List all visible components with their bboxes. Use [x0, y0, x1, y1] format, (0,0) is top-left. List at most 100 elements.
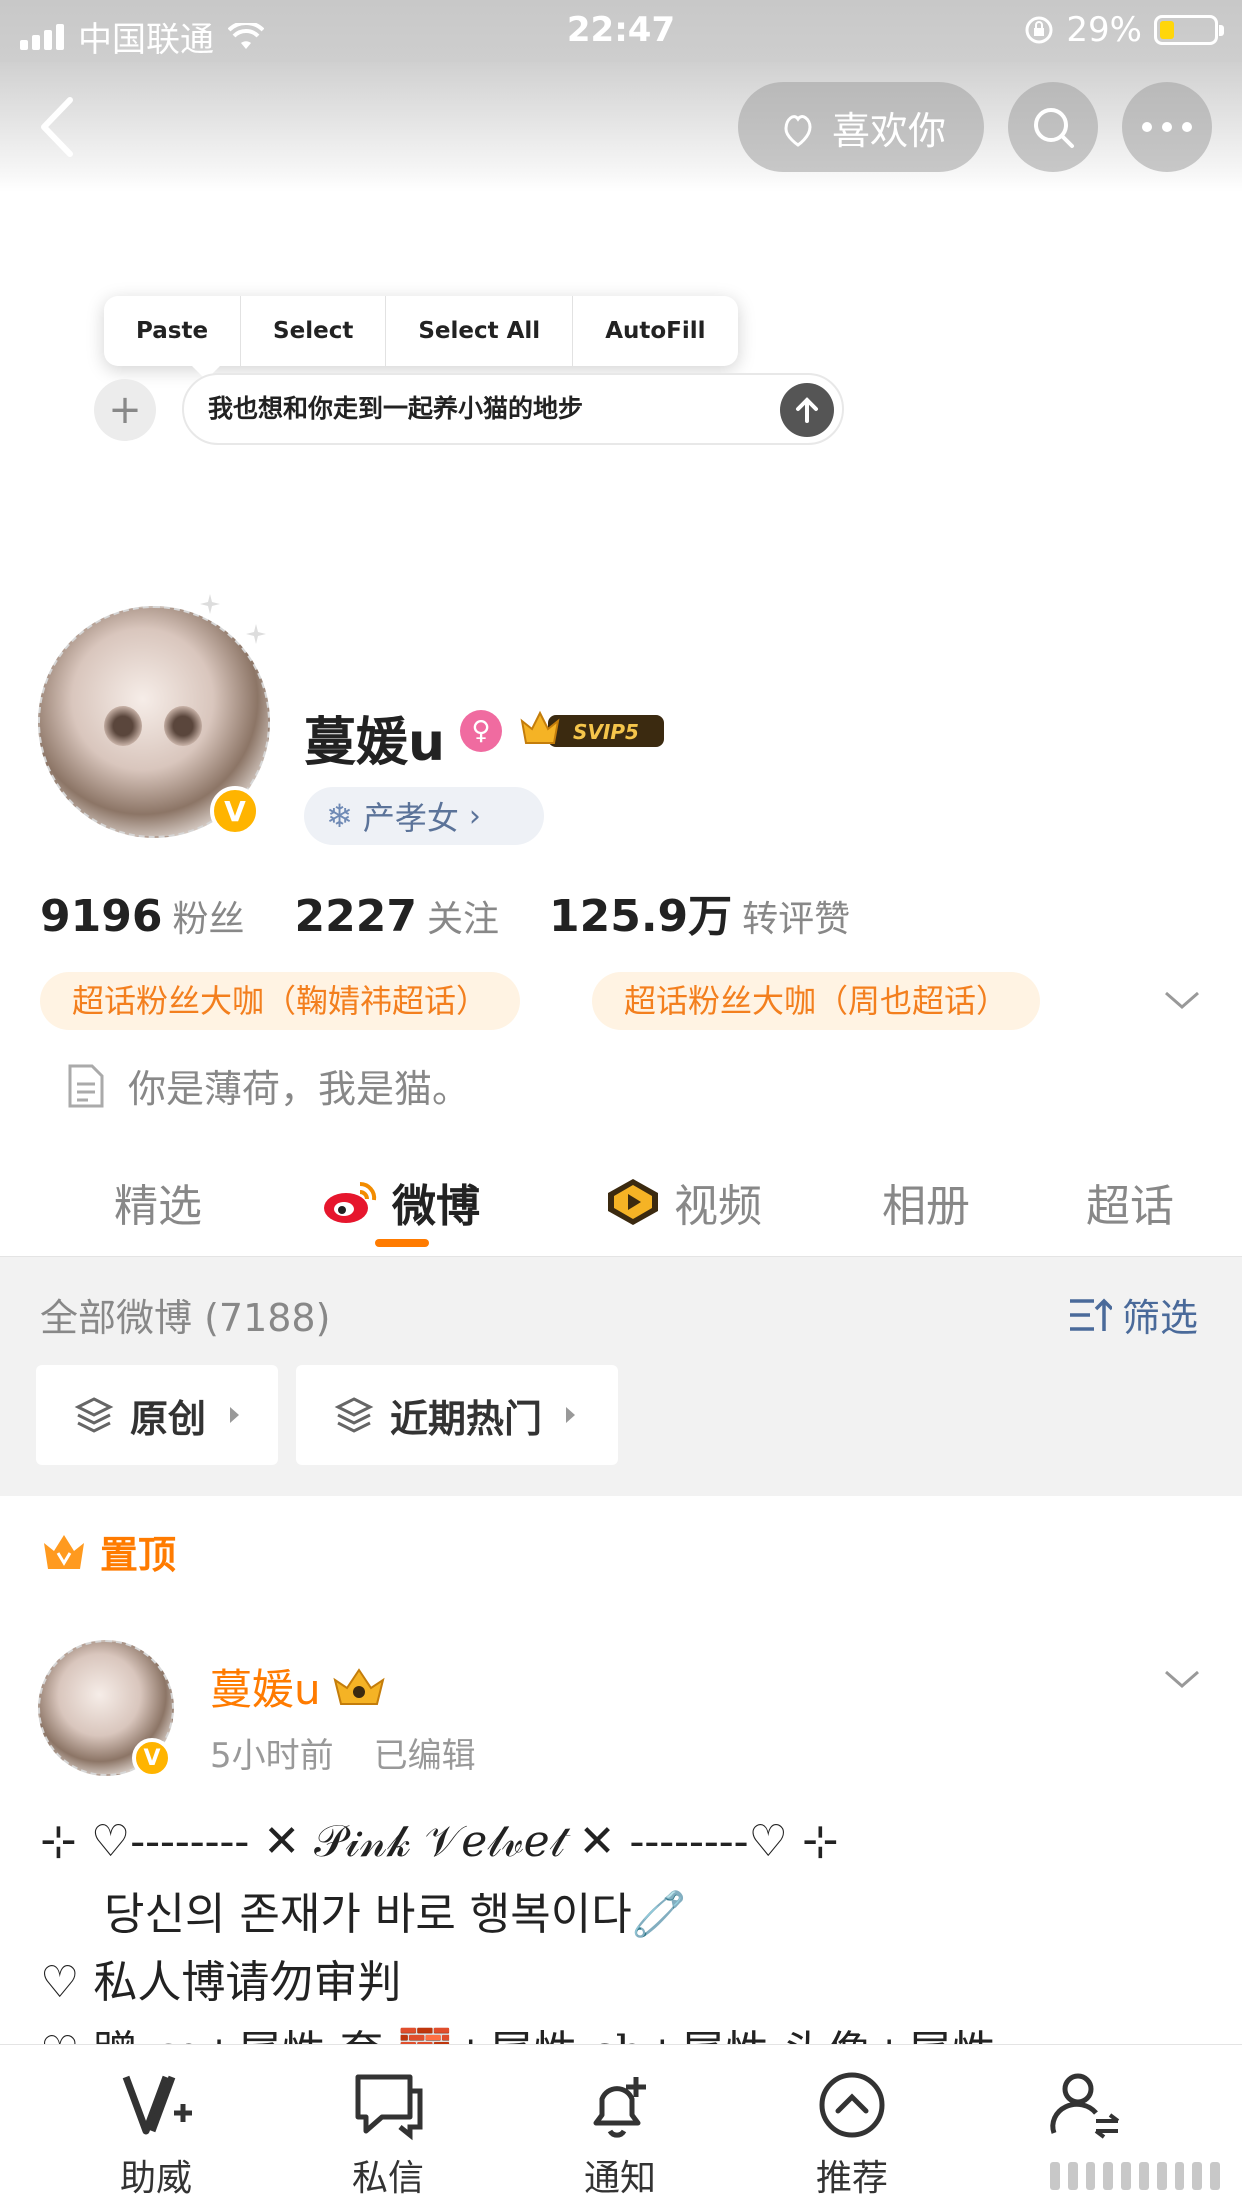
send-button[interactable]: [780, 383, 834, 437]
pinned-label: 置顶: [40, 1524, 176, 1579]
recent-hot-filter-button[interactable]: 近期热门: [296, 1365, 618, 1465]
message-button[interactable]: 私信: [308, 2069, 468, 2201]
active-tab-indicator: [375, 1239, 429, 1247]
following-count[interactable]: 2227: [294, 891, 416, 942]
crown-icon: [44, 1534, 84, 1569]
back-icon[interactable]: [30, 92, 90, 162]
rotation-lock-icon: [1025, 16, 1053, 44]
arrow-up-icon: [796, 397, 818, 423]
snowflake-icon: ❄: [326, 797, 353, 835]
pinned-text: 置顶: [100, 1533, 177, 1577]
cheer-button[interactable]: 助威: [76, 2069, 236, 2201]
profile-header: 喜欢你: [0, 62, 1242, 192]
status-right: 29%: [1024, 10, 1224, 50]
original-filter-button[interactable]: 原创: [36, 1365, 278, 1465]
chevron-up-circle-icon: [819, 2072, 885, 2138]
search-button[interactable]: [1008, 82, 1098, 172]
profile-stats: 9196 粉丝 2227 关注 125.9万 转评赞: [40, 880, 900, 944]
post-author[interactable]: 蔓媛u: [210, 1656, 387, 1717]
weibo-logo-icon: [324, 1181, 377, 1223]
watermark-bars: [1050, 2162, 1220, 2190]
layers-icon: [74, 1397, 114, 1433]
bio-text: 你是薄荷，我是猫。: [128, 1067, 471, 1111]
original-filter-label: 原创: [130, 1396, 207, 1441]
menu-item-paste[interactable]: Paste: [104, 296, 242, 366]
avatar-eye-right: [164, 706, 202, 746]
all-posts-count: 全部微博 (7188): [40, 1296, 331, 1340]
recommend-label: 推荐: [815, 2158, 888, 2199]
plus-icon[interactable]: +: [94, 379, 156, 441]
caret-right-icon: [566, 1407, 576, 1423]
chat-icon: [355, 2074, 423, 2141]
fans-count[interactable]: 9196: [40, 891, 162, 942]
chevron-down-icon[interactable]: [1162, 985, 1202, 1015]
search-icon: [1034, 108, 1074, 148]
fan-chip[interactable]: 超话粉丝大咖（周也超话）: [592, 972, 1041, 1030]
status-bar: 中国联通 22:47 29%: [0, 0, 1242, 62]
more-button[interactable]: [1122, 82, 1212, 172]
notify-label: 通知: [583, 2158, 656, 2199]
menu-item-select-all[interactable]: Select All: [386, 296, 574, 366]
fan-chip[interactable]: 超话粉丝大咖（鞠婧祎超话）: [40, 972, 521, 1030]
recommend-button[interactable]: 推荐: [772, 2069, 932, 2201]
cheer-label: 助威: [119, 2158, 192, 2199]
tab-featured[interactable]: 精选: [114, 1170, 202, 1234]
layers-icon: [334, 1397, 374, 1433]
follow-button[interactable]: [1004, 2069, 1164, 2149]
post-line: ♡ 私人博请勿审判: [40, 1957, 402, 2008]
recent-hot-filter-label: 近期热门: [390, 1396, 543, 1441]
notify-button[interactable]: 通知: [540, 2069, 700, 2201]
like-button-label: 喜欢你: [831, 108, 946, 153]
tab-supertopic-label: 超话: [1086, 1181, 1174, 1232]
tab-supertopic[interactable]: 超话: [1086, 1170, 1174, 1234]
interactions-count: 125.9万: [548, 891, 733, 942]
filter-section: 全部微博 (7188) 筛选 原创 近期热门: [0, 1256, 1242, 1496]
fans-label[interactable]: 粉丝: [172, 890, 244, 942]
verified-badge: V: [210, 786, 260, 836]
tab-album-label: 相册: [882, 1181, 970, 1232]
caret-right-icon: [230, 1407, 240, 1423]
tab-video-label: 视频: [674, 1181, 762, 1232]
filter-button[interactable]: 筛选: [1068, 1287, 1198, 1342]
message-input-text: 我也想和你走到一起养小猫的地步: [208, 394, 584, 423]
message-input[interactable]: 我也想和你走到一起养小猫的地步: [182, 373, 844, 445]
cheer-v-icon: [122, 2075, 192, 2135]
tab-album[interactable]: 相册: [882, 1170, 970, 1234]
tab-featured-label: 精选: [114, 1181, 202, 1232]
post-meta: 5小时前 已编辑: [210, 1728, 476, 1777]
filter-icon: [1070, 1298, 1112, 1331]
profile-tag[interactable]: ❄ 产孝女 ›: [304, 787, 544, 845]
post-time: 5小时前: [210, 1736, 334, 1776]
message-label: 私信: [351, 2158, 424, 2199]
tab-video[interactable]: 视频: [604, 1170, 762, 1234]
battery-icon: [1154, 15, 1224, 45]
avatar-eye-left: [104, 706, 142, 746]
tab-weibo[interactable]: 微博: [322, 1170, 480, 1234]
user-follow-icon: [1050, 2073, 1120, 2139]
chevron-down-icon[interactable]: [1162, 1664, 1202, 1694]
bell-plus-icon: [593, 2077, 646, 2138]
post-author-name: 蔓媛u: [210, 1665, 321, 1714]
profile-tabs: 精选 微博 视频 相册 超话: [0, 1150, 1242, 1256]
female-icon: ♀: [460, 710, 502, 752]
svip-crown-icon: [333, 1667, 385, 1705]
sparkle-icon: [200, 594, 220, 614]
like-button[interactable]: 喜欢你: [738, 82, 984, 172]
post-line: ⊹ ♡-------- ✕ 𝒫𝒾𝓃𝓀 𝒱𝑒𝓁𝓋𝑒𝓉 ✕ --------♡ ⊹: [40, 1816, 839, 1867]
video-icon: [608, 1179, 658, 1225]
filter-label: 筛选: [1122, 1296, 1199, 1340]
clipboard-menu: Paste Select Select All AutoFill: [104, 296, 738, 366]
post-edited: 已编辑: [373, 1736, 476, 1776]
svip-badge[interactable]: SVIP5: [518, 707, 666, 753]
tab-weibo-label: 微博: [392, 1181, 480, 1232]
more-icon: [1142, 122, 1192, 132]
menu-item-autofill[interactable]: AutoFill: [573, 296, 737, 366]
menu-item-select[interactable]: Select: [241, 296, 387, 366]
post-line: 당신의 존재가 바로 행복이다🧷: [104, 1889, 687, 1940]
sparkle-icon: [246, 624, 266, 644]
document-icon: [68, 1064, 104, 1107]
hand-heart-icon: [784, 115, 812, 147]
following-label[interactable]: 关注: [427, 890, 499, 942]
chevron-right-icon: ›: [468, 798, 481, 834]
profile-name: 蔓媛u: [304, 713, 446, 773]
